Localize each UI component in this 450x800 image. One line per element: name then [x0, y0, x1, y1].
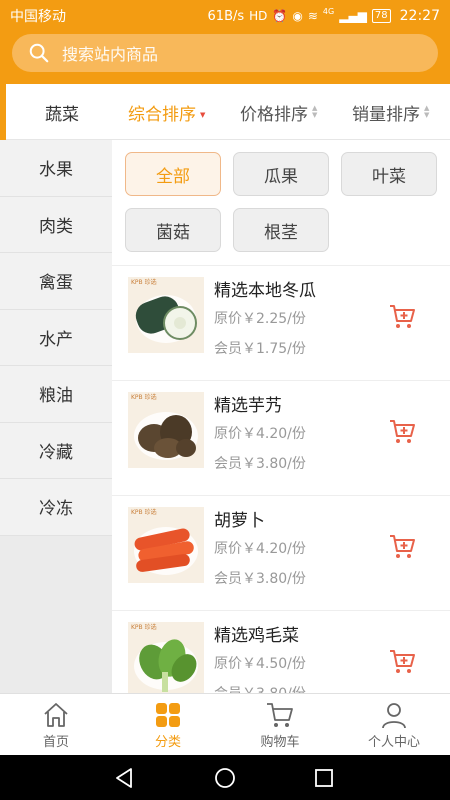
signal-icon: ▂▄▆: [339, 9, 367, 23]
sidebar-item-poultry-eggs[interactable]: 禽蛋: [0, 253, 112, 310]
sidebar-item-frozen[interactable]: 冷冻: [0, 479, 112, 536]
network-type: 4G: [322, 7, 335, 16]
cart-icon: [267, 703, 293, 727]
product-name: 胡萝卜: [214, 511, 265, 531]
product-member-price: 会员￥3.80/份: [214, 456, 306, 472]
wifi-icon: ≋: [307, 9, 318, 23]
sort-comprehensive[interactable]: 综合排序 ▲▼: [128, 84, 205, 140]
taro-icon: [134, 412, 198, 460]
status-bar: 中国移动 61B/s HD ⏰ ◉ ≋ 4G ▂▄▆ 78 22:27: [0, 0, 450, 32]
sidebar-item-chilled[interactable]: 冷藏: [0, 422, 112, 479]
product-member-price: 会员￥3.80/份: [214, 683, 306, 693]
product-name: 精选芋艿: [214, 396, 282, 416]
tab-home[interactable]: 首页: [0, 694, 112, 756]
product-original-price: 原价￥2.25/份: [214, 311, 306, 327]
hd-icon: HD: [249, 9, 268, 23]
subcategory-filters: 全部 瓜果 叶菜 菌菇 根茎: [112, 140, 450, 265]
add-to-cart-icon[interactable]: [388, 302, 416, 330]
filter-chip-melon[interactable]: 瓜果: [233, 152, 329, 196]
product-image-tag: KPB 珍选: [131, 509, 157, 516]
product-item[interactable]: KPB 珍选 精选鸡毛菜 原价￥4.50/份 会员￥3.80/份: [112, 610, 450, 693]
product-image-tag: KPB 珍选: [131, 394, 157, 401]
sort-arrows-icon: ▲▼: [312, 104, 318, 119]
product-name: 精选本地冬瓜: [214, 281, 316, 301]
top-category-vegetables[interactable]: 蔬菜: [0, 84, 118, 140]
tab-category[interactable]: 分类: [112, 694, 224, 756]
product-image-tag: KPB 珍选: [131, 624, 157, 631]
sidebar-item-fruit[interactable]: 水果: [0, 140, 112, 197]
winter-melon-icon: [135, 295, 197, 343]
sort-arrows-icon: ▲▼: [200, 111, 206, 119]
category-sidebar: 水果 肉类 禽蛋 水产 粮油 冷藏 冷冻: [0, 140, 112, 693]
product-image-tag: KPB 珍选: [131, 279, 157, 286]
sort-price[interactable]: 价格排序 ▲ ▼: [240, 84, 317, 140]
product-original-price: 原价￥4.20/份: [214, 541, 306, 557]
sort-arrows-icon: ▲▼: [424, 104, 430, 119]
product-original-price: 原价￥4.50/份: [214, 656, 306, 672]
product-image: KPB 珍选: [128, 622, 204, 693]
greens-icon: [134, 639, 198, 692]
tab-label: 分类: [154, 735, 181, 750]
sidebar-item-meat[interactable]: 肉类: [0, 196, 112, 253]
system-nav-bar: [0, 755, 450, 800]
product-image: KPB 珍选: [128, 507, 204, 583]
sort-label: 销量排序: [352, 104, 420, 125]
filter-chip-all[interactable]: 全部: [125, 152, 221, 196]
recents-icon[interactable]: [312, 766, 336, 790]
home-icon: [44, 703, 68, 727]
sort-bar: 蔬菜 综合排序 ▲▼ 价格排序 ▲▼ 销量排序 ▲▼: [0, 84, 450, 140]
product-image: KPB 珍选: [128, 392, 204, 468]
sidebar-item-grain-oil[interactable]: 粮油: [0, 366, 112, 423]
filter-chip-leafy[interactable]: 叶菜: [341, 152, 437, 196]
back-icon[interactable]: [112, 766, 136, 790]
tab-label: 首页: [42, 735, 69, 750]
product-item[interactable]: KPB 珍选 精选本地冬瓜 原价￥2.25/份 会员￥1.75/份: [112, 265, 450, 380]
product-member-price: 会员￥3.80/份: [214, 571, 306, 587]
home-circle-icon[interactable]: [213, 766, 237, 790]
product-original-price: 原价￥4.20/份: [214, 426, 306, 442]
search-icon: [29, 43, 49, 63]
add-to-cart-icon[interactable]: [388, 532, 416, 560]
search-placeholder: 搜索站内商品: [62, 45, 159, 64]
product-member-price: 会员￥1.75/份: [214, 341, 306, 357]
add-to-cart-icon[interactable]: [388, 647, 416, 675]
add-to-cart-icon[interactable]: [388, 417, 416, 445]
user-icon: [382, 703, 406, 729]
battery-icon: 78: [371, 9, 391, 23]
sidebar-item-seafood[interactable]: 水产: [0, 309, 112, 366]
search-bar[interactable]: 搜索站内商品: [12, 34, 438, 72]
clock: 22:27: [399, 8, 440, 24]
category-icon: [156, 703, 180, 727]
tab-cart[interactable]: 购物车: [224, 694, 336, 756]
product-image: KPB 珍选: [128, 277, 204, 353]
filter-chip-root[interactable]: 根茎: [233, 208, 329, 252]
product-list: KPB 珍选 精选本地冬瓜 原价￥2.25/份 会员￥1.75/份 KPB 珍选…: [112, 265, 450, 693]
sort-label: 综合排序: [128, 104, 196, 125]
product-item[interactable]: KPB 珍选 胡萝卜 原价￥4.20/份 会员￥3.80/份: [112, 495, 450, 610]
sort-sales[interactable]: 销量排序 ▲ ▼: [352, 84, 429, 140]
sort-label: 价格排序: [240, 104, 308, 125]
eye-icon: ◉: [292, 9, 303, 23]
network-speed: 61B/s: [207, 8, 245, 24]
bottom-tab-bar: 首页 分类 购物车 个人中心: [0, 693, 450, 755]
tab-label: 购物车: [260, 735, 300, 750]
carrier-label: 中国移动: [10, 9, 66, 25]
product-name: 精选鸡毛菜: [214, 626, 299, 646]
tab-profile[interactable]: 个人中心: [338, 694, 450, 756]
carrot-icon: [134, 527, 198, 575]
filter-chip-mushroom[interactable]: 菌菇: [125, 208, 221, 252]
tab-label: 个人中心: [367, 735, 420, 750]
product-item[interactable]: KPB 珍选 精选芋艿 原价￥4.20/份 会员￥3.80/份: [112, 380, 450, 495]
alarm-icon: ⏰: [272, 9, 288, 23]
